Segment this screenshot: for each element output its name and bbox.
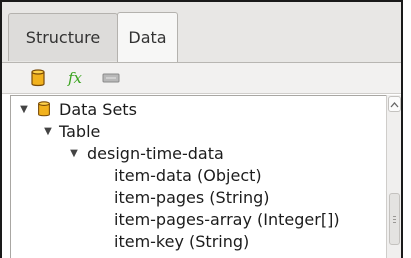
tab-data[interactable]: Data [117, 12, 178, 62]
expand-arrow-icon[interactable]: ▼ [41, 126, 55, 137]
data-panel: Structure Data fx ▼ Data Sets ▼ Table ▼ … [0, 0, 403, 258]
expand-arrow-icon[interactable]: ▼ [17, 104, 31, 115]
tree-label: Data Sets [59, 99, 137, 119]
chevron-up-icon [390, 102, 399, 108]
vertical-scrollbar[interactable] [386, 95, 401, 258]
tree-row-design-time-data[interactable]: ▼ design-time-data [67, 142, 224, 164]
grip-line [393, 222, 396, 223]
tree-row-item-pages-array[interactable]: item-pages-array (Integer[]) [114, 208, 340, 230]
tree-label: item-pages-array (Integer[]) [114, 209, 340, 229]
tree-row-item-pages[interactable]: item-pages (String) [114, 186, 270, 208]
grip-line [393, 219, 396, 220]
tree-row-item-key[interactable]: item-key (String) [114, 230, 249, 252]
scroll-up-button[interactable] [388, 96, 401, 112]
tree-label: item-data (Object) [114, 165, 262, 185]
tree-row-table[interactable]: ▼ Table [41, 120, 100, 142]
tree-row-data-sets[interactable]: ▼ Data Sets [17, 98, 137, 120]
tree-label: item-pages (String) [114, 187, 270, 207]
expand-arrow-icon[interactable]: ▼ [67, 148, 81, 159]
database-icon [35, 100, 53, 118]
function-fx-icon[interactable]: fx [66, 68, 88, 88]
toolbar: fx [2, 63, 401, 94]
tree-row-item-data[interactable]: item-data (Object) [114, 164, 262, 186]
tab-strip: Structure Data [2, 2, 401, 63]
tree-label: design-time-data [87, 143, 224, 163]
database-icon[interactable] [28, 68, 48, 88]
tab-data-label: Data [128, 28, 167, 47]
parameter-icon[interactable] [101, 68, 121, 88]
fx-text: fx [67, 69, 83, 87]
data-tree: ▼ Data Sets ▼ Table ▼ design-time-data i… [10, 95, 387, 258]
tab-structure-label: Structure [25, 28, 101, 47]
tree-label: Table [59, 121, 101, 141]
tab-structure[interactable]: Structure [8, 13, 118, 61]
scroll-thumb[interactable] [389, 193, 400, 245]
grip-line [393, 216, 396, 217]
tree-label: item-key (String) [114, 231, 250, 251]
